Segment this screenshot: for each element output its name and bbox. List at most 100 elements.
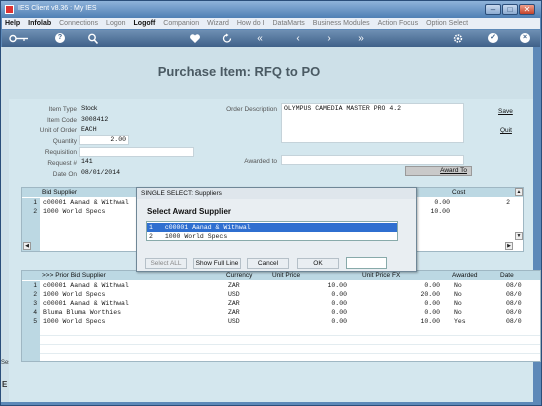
menu-help[interactable]: Help [5,20,20,27]
table-row[interactable]: 4 Bluma Bluma Worthies ZAR 0.00 0.00 No … [22,308,540,317]
bid-supplier-cell: 1000 World Specs [43,208,106,215]
heart-icon[interactable] [189,32,201,45]
option-number: 1 [149,224,153,231]
prior-unit-price-cell: 0.00 [331,300,347,307]
date-label: Date On [52,171,77,178]
prior-unit-price-fx-cell: 20.00 [420,291,440,298]
award-to-button[interactable]: Award To [405,166,472,176]
unit-value: EACH [81,126,97,133]
select-supplier-dialog: SINGLE SELECT: Suppliers Select Award Su… [136,187,417,272]
bid-cost-cell-2: 2 [506,199,510,206]
minimize-button[interactable]: – [485,4,501,15]
left-icon[interactable]: ‹ [292,32,304,45]
quantity-field[interactable]: 2.00 [79,135,129,145]
row-number: 2 [22,290,40,299]
ok-button[interactable]: OK [297,258,339,269]
scroll-up-button[interactable]: ▲ [515,188,523,196]
awarded-to-field[interactable] [281,155,464,165]
prior-supplier-cell: c00001 Aanad & Withwal [43,300,129,307]
select-all-button[interactable]: Select ALL [145,258,187,269]
supplier-option[interactable]: 2 1000 World Specs [147,232,397,241]
bid-header-cost[interactable]: Cost [452,189,465,196]
prior-header-supplier[interactable]: >>> Prior Bid Supplier [42,272,106,279]
supplier-list[interactable]: 1 c00001 Aanad & Withwal 2 1000 World Sp… [146,221,398,241]
show-full-line-button[interactable]: Show Full Line [193,258,241,269]
settings-icon[interactable] [452,32,464,45]
menu-business-modules[interactable]: Business Modules [313,20,370,27]
grid-line [40,335,540,336]
prior-unit-price-fx-cell: 0.00 [424,300,440,307]
prior-awarded-cell: No [454,291,462,298]
scroll-down-button[interactable]: ▼ [515,232,523,240]
bid-supplier-cell: c00001 Aanad & Withwal [43,199,129,206]
prior-unit-price-cell: 0.00 [331,318,347,325]
menu-logon[interactable]: Logon [106,20,125,27]
window-title: IES Client v8.36 : My IES [18,5,97,12]
menu-wizard[interactable]: Wizard [207,20,229,27]
row-number: 5 [22,317,40,326]
menu-datamarts[interactable]: DataMarts [273,20,305,27]
prior-date-cell: 08/0 [506,309,522,316]
scroll-left-button[interactable]: ◀ [23,242,31,250]
cancel-button[interactable]: Cancel [247,258,289,269]
back-icon[interactable]: « [254,32,266,45]
prior-unit-price-fx-cell: 0.00 [424,309,440,316]
title-bar[interactable]: IES Client v8.36 : My IES – □ ✕ [1,1,541,18]
menu-option-select[interactable]: Option Select [426,20,468,27]
prior-currency-cell: ZAR [228,282,240,289]
awarded-to-label: Awarded to [244,158,277,165]
table-row[interactable]: 3 c00001 Aanad & Withwal ZAR 0.00 0.00 N… [22,299,540,308]
prior-currency-cell: ZAR [228,300,240,307]
prior-currency-cell: ZAR [228,309,240,316]
supplier-option-selected[interactable]: 1 c00001 Aanad & Withwal [147,223,397,232]
menu-connections[interactable]: Connections [59,20,98,27]
row-number: 1 [22,281,40,290]
quit-link[interactable]: Quit [500,127,512,134]
table-row[interactable]: 2 1000 World Specs USD 0.00 20.00 No 08/… [22,290,540,299]
dialog-input-field[interactable] [346,257,387,269]
key-icon[interactable] [8,32,30,45]
prior-bid-grid: >>> Prior Bid Supplier Currency Unit Pri… [21,270,541,362]
table-row[interactable]: 5 1000 World Specs USD 0.00 10.00 Yes 08… [22,317,540,326]
item-type-value: Stock [81,105,98,112]
menu-logoff[interactable]: Logoff [134,20,156,27]
request-value: 141 [81,158,93,165]
menu-action-focus[interactable]: Action Focus [378,20,418,27]
requisition-field[interactable] [79,147,194,157]
row-number: 3 [22,299,40,308]
quantity-label: Quantity [52,138,77,145]
order-description-field[interactable]: OLYMPUS CAMEDIA MASTER PRO 4.2 [281,103,464,143]
scroll-right-button[interactable]: ▶ [505,242,513,250]
prior-header-unit-price[interactable]: Unit Price [272,272,300,279]
close-icon[interactable]: × [520,33,530,43]
grid-line [40,353,540,354]
prior-unit-price-fx-cell: 10.00 [420,318,440,325]
requisition-label: Requisition [44,149,77,156]
prior-supplier-cell: c00001 Aanad & Withwal [43,282,129,289]
maximize-button[interactable]: □ [502,4,518,15]
help-icon[interactable]: ? [55,33,65,43]
menu-infolab[interactable]: Infolab [28,20,51,27]
save-link[interactable]: Save [498,108,513,115]
prior-supplier-cell: 1000 World Specs [43,318,106,325]
dialog-title[interactable]: SINGLE SELECT: Suppliers [137,188,416,199]
prior-unit-price-cell: 0.00 [331,291,347,298]
prior-header-currency[interactable]: Currency [226,272,252,279]
prior-supplier-cell: 1000 World Specs [43,291,106,298]
right-icon[interactable]: › [323,32,335,45]
prior-awarded-cell: No [454,309,462,316]
check-icon[interactable]: ✓ [488,33,498,43]
table-row[interactable]: 1 c00001 Aanad & Withwal ZAR 10.00 0.00 … [22,281,540,290]
bid-header-supplier[interactable]: Bid Supplier [42,189,77,196]
menu-bar: Help Infolab Connections Logon Logoff Co… [2,18,540,29]
refresh-icon[interactable] [221,32,233,45]
prior-header-unit-price-fx[interactable]: Unit Price FX [362,272,400,279]
forward-icon[interactable]: » [355,32,367,45]
close-button[interactable]: ✕ [519,4,535,15]
prior-header-date[interactable]: Date [500,272,514,279]
app-icon [5,5,14,14]
search-icon[interactable] [87,32,99,45]
prior-header-awarded[interactable]: Awarded [452,272,478,279]
menu-how-do-i[interactable]: How do I [237,20,265,27]
menu-companion[interactable]: Companion [163,20,199,27]
